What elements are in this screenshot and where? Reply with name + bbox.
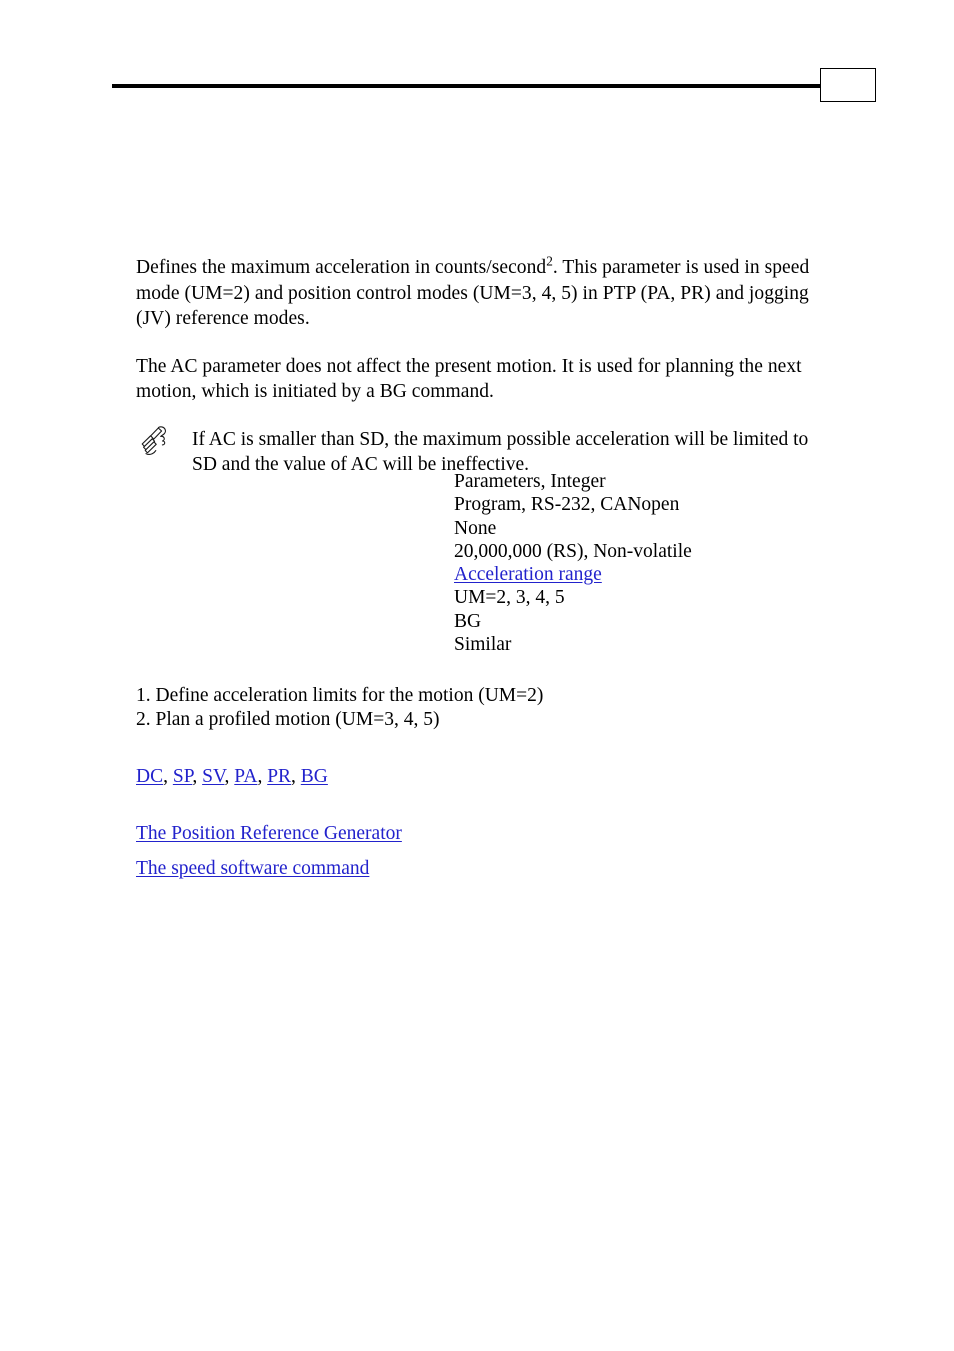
link-sp[interactable]: SP xyxy=(173,766,193,787)
param-value: Program, RS-232, CANopen xyxy=(454,494,680,516)
link-speed-software-command-row: The speed software command xyxy=(136,857,369,881)
param-row: None xyxy=(454,517,874,540)
param-row: Similar xyxy=(454,633,874,656)
param-value: None xyxy=(454,517,497,539)
usage-numbered-list: 1. Define acceleration limits for the mo… xyxy=(136,684,736,731)
param-row: BG xyxy=(454,610,874,633)
param-row: UM=2, 3, 4, 5 xyxy=(454,586,874,609)
link-separator: , xyxy=(192,766,203,787)
page-number-box xyxy=(820,68,876,102)
page-header xyxy=(0,0,954,120)
link-separator: , xyxy=(257,766,268,787)
link-separator: , xyxy=(163,766,173,787)
link-bg[interactable]: BG xyxy=(301,766,328,787)
param-row: Program, RS-232, CANopen xyxy=(454,493,874,516)
param-value: BG xyxy=(454,610,482,632)
param-row: 20,000,000 (RS), Non-volatile xyxy=(454,540,874,563)
paragraph-definition-part1: Defines the maximum acceleration in coun… xyxy=(136,257,547,278)
link-speed-software-command[interactable]: The speed software command xyxy=(136,858,369,879)
header-rule xyxy=(112,84,822,88)
link-sv[interactable]: SV xyxy=(202,766,224,787)
link-separator: , xyxy=(291,766,301,787)
related-commands-links: DC, SP, SV, PA, PR, BG xyxy=(136,765,328,789)
link-pr[interactable]: PR xyxy=(267,766,291,787)
link-dc[interactable]: DC xyxy=(136,766,163,787)
link-separator: , xyxy=(224,766,235,787)
paragraph-behavior: The AC parameter does not affect the pre… xyxy=(136,355,802,403)
writing-hand-icon xyxy=(136,423,176,463)
param-value: 20,000,000 (RS), Non-volatile xyxy=(454,540,692,562)
param-row: Acceleration range xyxy=(454,563,874,586)
list-item: 2. Plan a profiled motion (UM=3, 4, 5) xyxy=(136,708,440,730)
link-position-reference-generator-row: The Position Reference Generator xyxy=(136,822,402,846)
link-pa[interactable]: PA xyxy=(234,766,257,787)
document-content: Defines the maximum acceleration in coun… xyxy=(136,253,836,487)
param-row: Parameters, Integer xyxy=(454,470,874,493)
param-value: Parameters, Integer xyxy=(454,471,606,492)
superscript-two: 2 xyxy=(546,253,553,269)
link-position-reference-generator[interactable]: The Position Reference Generator xyxy=(136,823,402,844)
param-value: UM=2, 3, 4, 5 xyxy=(454,587,565,609)
link-acceleration-range[interactable]: Acceleration range xyxy=(454,564,602,585)
paragraph-definition: Defines the maximum acceleration in coun… xyxy=(136,253,836,332)
parameter-attribute-list: Parameters, Integer Program, RS-232, CAN… xyxy=(454,470,874,656)
list-item: 1. Define acceleration limits for the mo… xyxy=(136,685,544,706)
param-value: Similar xyxy=(454,634,512,656)
